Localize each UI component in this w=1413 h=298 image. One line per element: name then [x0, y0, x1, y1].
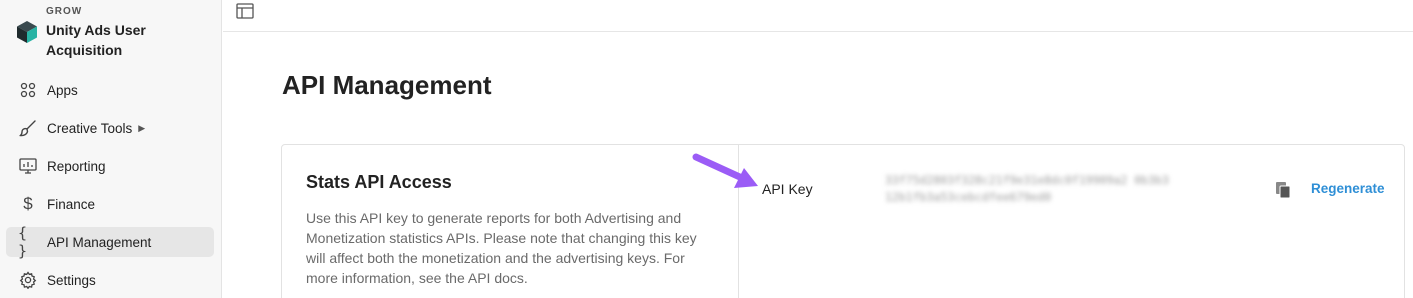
apps-grid-icon	[18, 80, 38, 100]
sidebar-item-reporting[interactable]: Reporting	[6, 151, 214, 181]
sidebar-item-label: Reporting	[47, 158, 106, 174]
sidebar-nav: Apps Creative Tools ▶ Reporting $ Financ…	[6, 75, 214, 298]
sidebar-item-label: Creative Tools	[47, 120, 133, 136]
card-description: Use this API key to generate reports for…	[306, 210, 697, 286]
caret-right-icon: ▶	[138, 122, 146, 133]
card-title: Stats API Access	[306, 172, 452, 192]
sidebar-item-label: API Management	[47, 234, 152, 250]
paintbrush-icon	[18, 118, 38, 138]
sidebar-item-finance[interactable]: $ Finance	[6, 189, 214, 219]
regenerate-button[interactable]: Regenerate	[1311, 181, 1385, 196]
sidebar-item-api-management[interactable]: { } API Management	[6, 224, 214, 260]
sidebar-item-creative-tools[interactable]: Creative Tools ▶	[6, 113, 214, 143]
api-key-label: API Key	[762, 181, 813, 197]
braces-icon: { }	[18, 224, 28, 260]
api-key-value[interactable]: 33f75d2803f328c21f9e31e8dc0f19909a2 0b3b…	[885, 172, 1175, 206]
reporting-chart-icon	[18, 156, 38, 176]
sidebar: GROW Unity Ads User Acquisition Apps Cre…	[0, 0, 222, 298]
sidebar-item-label: Settings	[47, 272, 96, 288]
copy-icon[interactable]	[1275, 181, 1291, 199]
sidebar-item-label: Finance	[47, 196, 96, 212]
layout-panel-icon[interactable]	[236, 3, 254, 19]
brand-title: Unity Ads User Acquisition	[46, 22, 146, 58]
sidebar-item-settings[interactable]: Settings	[6, 265, 214, 295]
dollar-icon: $	[23, 194, 33, 213]
page-title: API Management	[282, 70, 492, 100]
gear-icon	[18, 270, 38, 290]
app-root: GROW Unity Ads User Acquisition Apps Cre…	[0, 0, 1413, 298]
unity-cube-icon	[17, 21, 37, 43]
sidebar-item-apps[interactable]: Apps	[6, 75, 214, 105]
top-bar	[223, 0, 1413, 32]
stats-api-card: Stats API Access Use this API key to gen…	[281, 144, 1405, 298]
annotation-arrow-icon	[692, 153, 758, 188]
sidebar-item-label: Apps	[47, 82, 78, 98]
brand-header[interactable]: GROW Unity Ads User Acquisition	[14, 4, 214, 64]
brand-kicker: GROW	[46, 6, 83, 17]
